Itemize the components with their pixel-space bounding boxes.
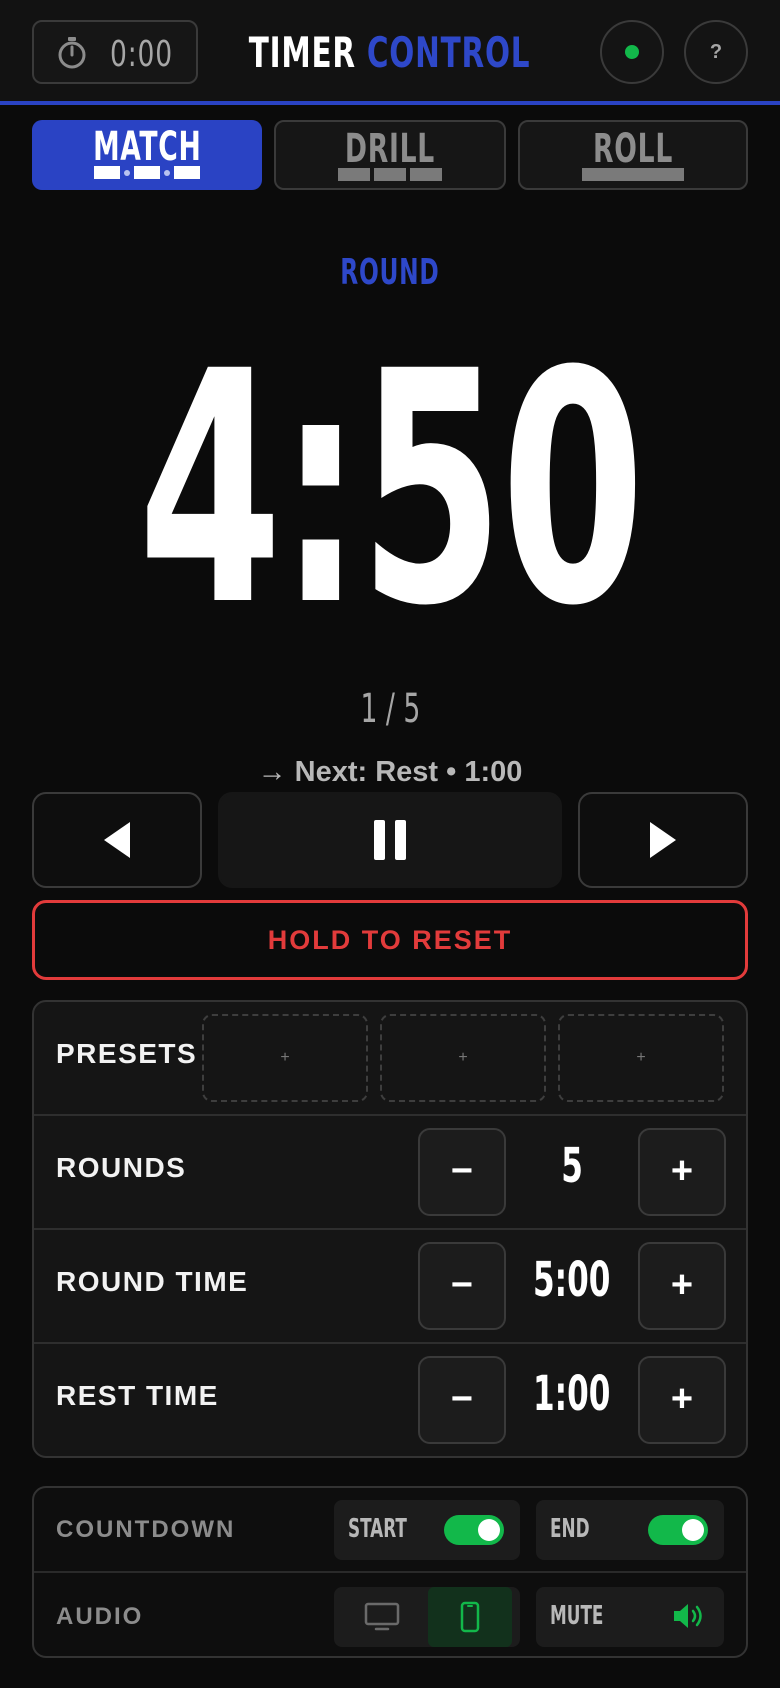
- tab-roll-label: ROLL: [592, 126, 674, 172]
- next-icon: [650, 822, 676, 858]
- tab-roll[interactable]: ROLL: [518, 120, 748, 190]
- speaker-volume-icon[interactable]: [672, 1601, 706, 1631]
- round-time-label: ROUND TIME: [56, 1266, 249, 1297]
- rest-time-label: REST TIME: [56, 1380, 219, 1411]
- presets-label: PRESETS: [56, 1038, 198, 1069]
- round-time-row: ROUND TIME − 5:00 +: [34, 1230, 746, 1344]
- timer-display: 4:50: [137, 304, 645, 676]
- hold-to-reset-button[interactable]: HOLD TO RESET: [32, 900, 748, 980]
- countdown-end-label: END: [550, 1514, 590, 1544]
- header-bar: 0:00 TIMER CONTROL ?: [0, 0, 780, 105]
- rest-time-row: REST TIME − 1:00 +: [34, 1344, 746, 1456]
- tab-drill[interactable]: DRILL: [274, 120, 506, 190]
- phase-label: ROUND: [340, 252, 440, 293]
- tab-drill-label: DRILL: [344, 126, 436, 172]
- roll-segment-icon: [520, 168, 746, 181]
- help-button[interactable]: ?: [684, 20, 748, 84]
- rounds-label: ROUNDS: [56, 1152, 187, 1183]
- previous-icon: [104, 822, 130, 858]
- pause-icon: [374, 820, 406, 860]
- rest-time-decrement-button[interactable]: −: [418, 1356, 506, 1444]
- countdown-end-chip[interactable]: END: [536, 1500, 724, 1560]
- mute-label: MUTE: [550, 1601, 604, 1631]
- round-counter: 1 / 5: [360, 686, 420, 732]
- rounds-value: 5: [561, 1138, 583, 1194]
- preset-slot-2[interactable]: +: [380, 1014, 546, 1102]
- previous-button[interactable]: [32, 792, 202, 888]
- presets-row: PRESETS + + +: [34, 1002, 746, 1116]
- rounds-row: ROUNDS − 5 +: [34, 1116, 746, 1230]
- next-button[interactable]: [578, 792, 748, 888]
- round-time-value: 5:00: [533, 1252, 611, 1308]
- drill-segments-icon: [276, 168, 504, 181]
- settings-panel: PRESETS + + + ROUNDS − 5 + ROUND TIME − …: [32, 1000, 748, 1458]
- countdown-start-toggle[interactable]: [444, 1515, 504, 1545]
- next-phase-text: → Next: Rest • 1:00: [257, 756, 523, 788]
- countdown-start-chip[interactable]: START: [334, 1500, 520, 1560]
- countdown-end-toggle[interactable]: [648, 1515, 708, 1545]
- title-part-timer: TIMER: [249, 28, 357, 77]
- countdown-start-label: START: [348, 1514, 407, 1544]
- match-segments-icon: [32, 166, 262, 179]
- preset-slot-1[interactable]: +: [202, 1014, 368, 1102]
- round-time-increment-button[interactable]: +: [638, 1242, 726, 1330]
- status-dot-icon: [625, 45, 639, 59]
- monitor-icon: [364, 1602, 400, 1631]
- phone-icon: [460, 1601, 480, 1633]
- rest-time-value: 1:00: [533, 1366, 611, 1422]
- round-time-decrement-button[interactable]: −: [418, 1242, 506, 1330]
- rounds-increment-button[interactable]: +: [638, 1128, 726, 1216]
- mute-chip[interactable]: MUTE: [536, 1587, 724, 1647]
- options-panel: COUNTDOWN START END AUDIO MUTE: [32, 1486, 748, 1658]
- countdown-row: COUNTDOWN START END: [34, 1488, 746, 1573]
- title-part-control: CONTROL: [367, 28, 531, 77]
- audio-device-selector: [334, 1587, 520, 1647]
- pause-button[interactable]: [218, 792, 562, 888]
- rounds-decrement-button[interactable]: −: [418, 1128, 506, 1216]
- audio-row: AUDIO MUTE: [34, 1575, 746, 1656]
- tab-match[interactable]: MATCH: [32, 120, 262, 190]
- rest-time-increment-button[interactable]: +: [638, 1356, 726, 1444]
- help-label: ?: [709, 41, 723, 63]
- audio-device-display[interactable]: [340, 1587, 424, 1647]
- preset-slot-3[interactable]: +: [558, 1014, 724, 1102]
- tab-match-label: MATCH: [92, 124, 202, 170]
- connection-status-button[interactable]: [600, 20, 664, 84]
- audio-device-phone[interactable]: [428, 1587, 512, 1647]
- countdown-label: COUNTDOWN: [56, 1516, 236, 1543]
- audio-label: AUDIO: [56, 1603, 144, 1630]
